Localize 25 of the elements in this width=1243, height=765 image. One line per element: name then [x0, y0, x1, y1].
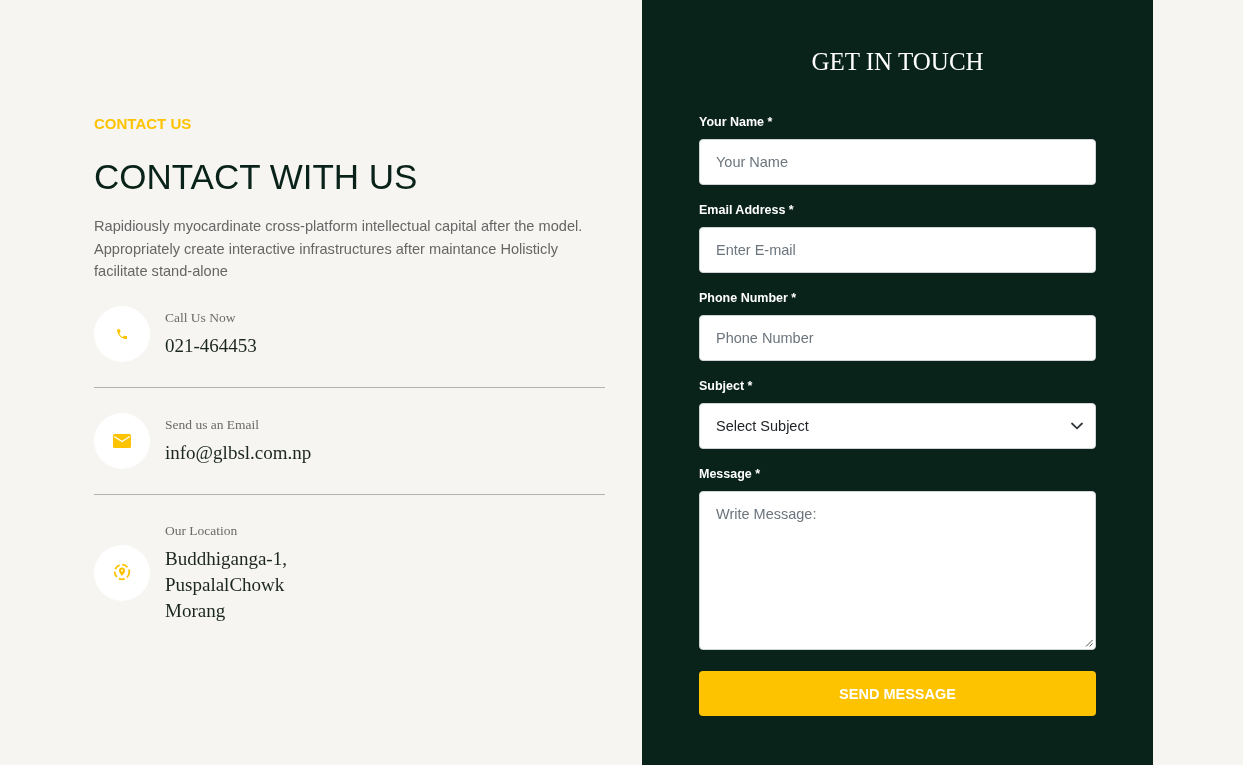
section-description: Rapidiously myocardinate cross-platform intellectual capital after the model. Appropriately create interactive infrastructures after maintance Holisticly facilitate stand-alone	[94, 217, 584, 281]
field-label: Message *	[699, 466, 762, 482]
message-field[interactable]: Write Message:	[699, 491, 1096, 650]
envelope-icon	[94, 412, 150, 469]
input-field[interactable]: Your Name	[699, 139, 1096, 185]
field-label: Email Address *	[699, 202, 795, 218]
select-field[interactable]: Select Subject	[699, 403, 1096, 449]
field-label: Phone Number *	[699, 290, 798, 306]
form-title: GET IN TOUCH	[810, 47, 985, 77]
input-field[interactable]: Phone Number	[699, 315, 1096, 361]
chevron-down-icon	[1071, 422, 1083, 430]
field-label: Your Name *	[699, 114, 774, 130]
contact-value: Buddhiganga-1, PuspalalChowk Morang	[165, 546, 287, 623]
contact-value: 021-464453	[165, 333, 257, 358]
section-eyebrow: CONTACT US	[94, 114, 193, 134]
field-label: Subject *	[699, 378, 754, 394]
contact-label: Send us an Email	[165, 415, 261, 434]
contact-label: Call Us Now	[165, 308, 237, 327]
phone-icon	[94, 305, 150, 362]
location-pin-icon	[94, 544, 150, 601]
contact-label: Our Location	[165, 521, 239, 540]
resize-grip-icon[interactable]	[1085, 639, 1093, 647]
contact-value: info@glbsl.com.np	[165, 440, 312, 465]
section-heading: CONTACT WITH US	[94, 156, 419, 198]
input-field[interactable]: Enter E-mail	[699, 227, 1096, 273]
